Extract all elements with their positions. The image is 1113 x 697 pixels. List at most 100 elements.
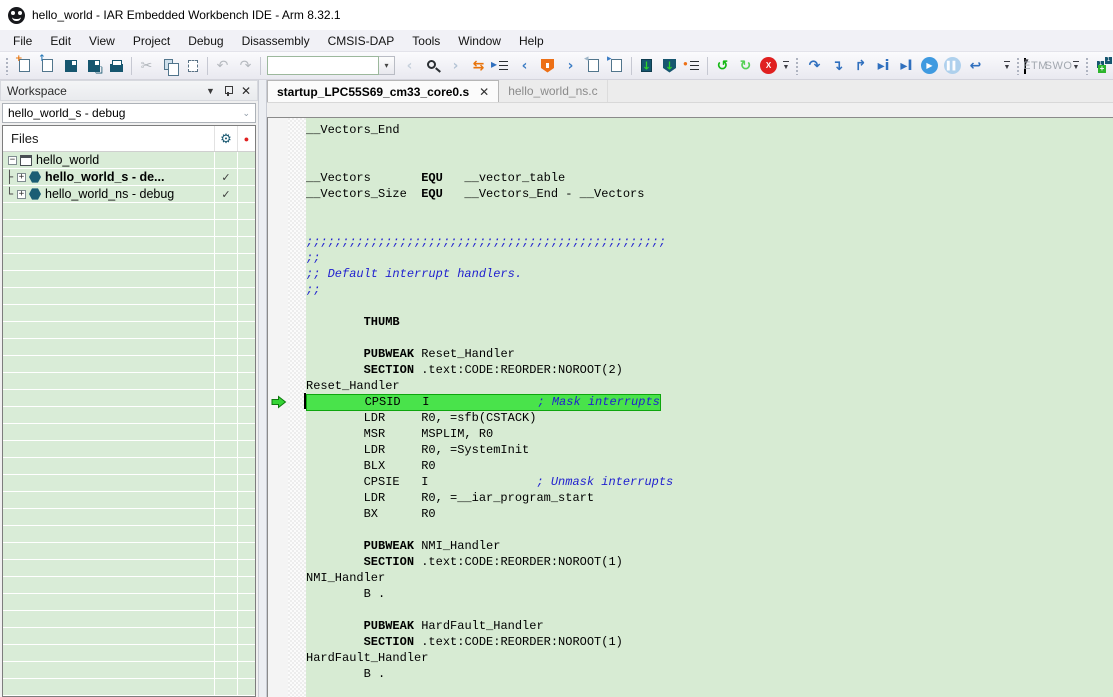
tree-row-check-cell xyxy=(215,475,238,491)
new-document-button[interactable]: + xyxy=(13,55,36,77)
step-out-button[interactable]: ↱ xyxy=(849,55,872,77)
menu-project[interactable]: Project xyxy=(124,31,179,51)
breakpoints-window-button[interactable] xyxy=(681,55,704,77)
restart-button[interactable]: ↻ xyxy=(734,55,757,77)
find-previous-button[interactable]: ‹ xyxy=(398,55,421,77)
debug-options-dropdown[interactable]: ▾ xyxy=(987,55,1001,77)
next-bookmark-button[interactable]: › xyxy=(559,55,582,77)
menu-window[interactable]: Window xyxy=(449,31,510,51)
find-previous-button-glyph: ‹ xyxy=(407,59,413,73)
code-view[interactable]: __Vectors_End__Vectors EQU __vector_tabl… xyxy=(306,118,1113,697)
toolbar-grip[interactable] xyxy=(1085,57,1090,75)
tab-startup_LPC55S69_cm33_core0.s[interactable]: startup_LPC55S69_cm33_core0.s✕ xyxy=(267,80,499,102)
menu-view[interactable]: View xyxy=(80,31,124,51)
step-out-button-glyph: ↱ xyxy=(855,59,867,73)
go-button[interactable]: ▶ xyxy=(918,55,941,77)
expand-icon[interactable]: + xyxy=(17,190,26,199)
code-text: THUMB xyxy=(364,315,400,329)
tree-empty-row xyxy=(3,390,255,407)
panel-splitter[interactable] xyxy=(258,80,267,697)
files-column-header[interactable]: Files xyxy=(3,126,215,151)
tree-row-name-cell xyxy=(3,356,215,372)
tree-item-label[interactable]: hello_world_s - de... xyxy=(45,170,164,184)
menu-disassembly[interactable]: Disassembly xyxy=(233,31,319,51)
workspace-pin-icon[interactable] xyxy=(224,86,232,96)
reset-button[interactable]: ↺ xyxy=(711,55,734,77)
menu-tools[interactable]: Tools xyxy=(403,31,449,51)
print-button[interactable] xyxy=(105,55,128,77)
copy-button[interactable] xyxy=(158,55,181,77)
download-and-debug-button[interactable]: ↓ xyxy=(635,55,658,77)
tree-row[interactable]: └+hello_world_ns - debug✓ xyxy=(3,186,255,203)
menu-debug[interactable]: Debug xyxy=(179,31,232,51)
previous-bookmark-button[interactable]: ‹ xyxy=(513,55,536,77)
step-into-button[interactable]: ↴ xyxy=(826,55,849,77)
workspace-close-icon[interactable]: ✕ xyxy=(241,84,251,98)
toolbar-overflow-button[interactable]: ▼ xyxy=(1071,55,1081,77)
toolbar-grip[interactable] xyxy=(795,57,800,75)
tree-row-check-cell xyxy=(215,611,238,627)
tab-close-icon[interactable]: ✕ xyxy=(479,85,489,99)
tree-empty-row xyxy=(3,458,255,475)
menu-help[interactable]: Help xyxy=(510,31,553,51)
open-file-button[interactable]: ↑ xyxy=(36,55,59,77)
tree-row[interactable]: − hello_world xyxy=(3,152,255,169)
cut-button[interactable]: ✂ xyxy=(135,55,158,77)
reset-button-glyph: ↺ xyxy=(717,59,729,73)
code-line: PUBWEAK NMI_Handler xyxy=(306,538,1113,554)
expand-icon[interactable]: + xyxy=(17,173,26,182)
tree-row-name-cell xyxy=(3,424,215,440)
trace-save-button[interactable]: 1 xyxy=(1093,55,1113,77)
next-document-button[interactable]: ▸ xyxy=(605,55,628,77)
redo-button[interactable]: ↷ xyxy=(234,55,257,77)
tree-empty-row xyxy=(3,628,255,645)
swo-button[interactable]: SWO xyxy=(1047,55,1070,77)
code-line: NMI_Handler xyxy=(306,570,1113,586)
save-all-button[interactable]: ❏ xyxy=(82,55,105,77)
stop-button[interactable]: X xyxy=(757,55,780,77)
toolbar-overflow-button[interactable]: ▼ xyxy=(781,55,791,77)
menu-file[interactable]: File xyxy=(4,31,41,51)
menu-cmsis-dap[interactable]: CMSIS-DAP xyxy=(319,31,404,51)
search-dropdown-button[interactable]: ▾ xyxy=(379,56,395,75)
break-button[interactable]: ▌▌ xyxy=(941,55,964,77)
workspace-config-select[interactable]: hello_world_s - debug ⌄ xyxy=(2,103,256,123)
next-statement-button[interactable]: ▸i xyxy=(872,55,895,77)
tree-item-label[interactable]: hello_world_ns - debug xyxy=(45,187,174,201)
app-icon xyxy=(8,7,25,24)
step-over-button[interactable]: ↷ xyxy=(803,55,826,77)
undo-button[interactable]: ↶ xyxy=(211,55,234,77)
stop-debugging-button[interactable]: ↩ xyxy=(964,55,987,77)
previous-document-button[interactable]: ◂ xyxy=(582,55,605,77)
tree-item-label[interactable]: hello_world xyxy=(36,153,99,167)
breakpoint-dot-icon[interactable]: ● xyxy=(238,126,255,151)
collapse-icon[interactable]: − xyxy=(8,156,17,165)
save-button[interactable] xyxy=(59,55,82,77)
tab-hello_world_ns.c[interactable]: hello_world_ns.c xyxy=(499,80,607,102)
new-document-button-badge-icon: + xyxy=(15,55,23,64)
toolbar-grip[interactable] xyxy=(1016,57,1021,75)
menu-edit[interactable]: Edit xyxy=(41,31,80,51)
workspace-menu-dropdown-icon[interactable]: ▼ xyxy=(206,86,215,96)
restart-button-glyph: ↻ xyxy=(740,59,752,73)
navigate-pair-button[interactable]: ⇆ xyxy=(467,55,490,77)
goto-list-button[interactable] xyxy=(490,55,513,77)
search-input[interactable] xyxy=(267,56,379,75)
toolbar-overflow-button[interactable]: ▼ xyxy=(1002,55,1012,77)
code-line: LDR R0, =__iar_program_start xyxy=(306,490,1113,506)
etm-button[interactable]: ETM xyxy=(1024,55,1047,77)
next-document-button-badge-icon: ▸ xyxy=(607,55,612,64)
tree-empty-row xyxy=(3,509,255,526)
run-to-cursor-button[interactable]: ▸I xyxy=(895,55,918,77)
code-line: ;; xyxy=(306,282,1113,298)
tree-empty-row xyxy=(3,543,255,560)
toggle-bookmark-button[interactable] xyxy=(536,55,559,77)
tree-row[interactable]: ├+hello_world_s - de...✓ xyxy=(3,169,255,186)
search-combobox[interactable]: ▾ xyxy=(267,56,395,75)
paste-button[interactable] xyxy=(181,55,204,77)
toolbar-grip[interactable] xyxy=(5,57,10,75)
download-active-application-button[interactable]: ↓ xyxy=(658,55,681,77)
gear-icon[interactable]: ⚙ xyxy=(215,126,238,151)
find-next-button[interactable]: › xyxy=(444,55,467,77)
search-button[interactable] xyxy=(421,55,444,77)
